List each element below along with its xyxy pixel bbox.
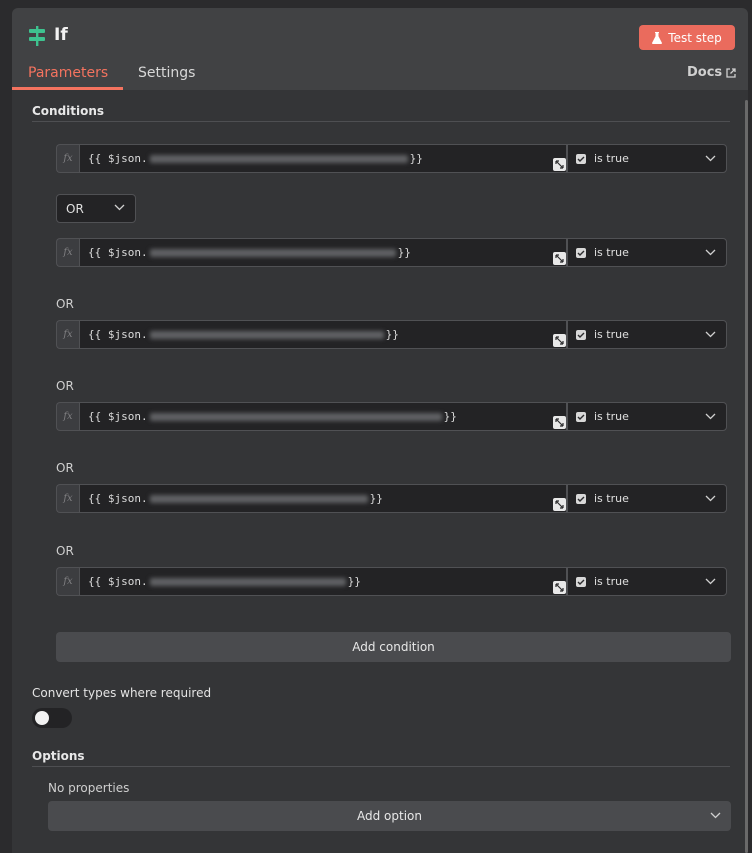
condition-row: fx {{ $json. }} is true (56, 144, 727, 173)
operator-select[interactable]: is true (567, 144, 727, 173)
if-node-icon (29, 26, 45, 46)
fx-icon: fx (56, 144, 79, 173)
fx-icon: fx (56, 320, 79, 349)
redacted-field-name (149, 494, 368, 503)
external-link-icon (726, 67, 736, 78)
chevron-down-icon (705, 578, 716, 585)
chevron-down-icon (705, 249, 716, 256)
no-properties-text: No properties (48, 781, 130, 795)
add-condition-button[interactable]: Add condition (56, 632, 731, 662)
expand-editor-icon[interactable] (553, 581, 566, 594)
redacted-field-name (149, 248, 396, 257)
expand-editor-icon[interactable] (553, 158, 566, 171)
convert-types-toggle[interactable] (32, 708, 72, 728)
toggle-knob (35, 711, 49, 725)
operator-select[interactable]: is true (567, 238, 727, 267)
chevron-down-icon (705, 413, 716, 420)
expand-editor-icon[interactable] (553, 498, 566, 511)
add-option-label: Add option (357, 809, 422, 823)
condition-row: fx {{ $json. }} is true (56, 320, 727, 349)
chevron-down-icon (705, 331, 716, 338)
flask-icon (652, 31, 663, 44)
redacted-field-name (149, 577, 346, 586)
expand-editor-icon[interactable] (553, 416, 566, 429)
chevron-down-icon (114, 204, 125, 211)
test-step-button[interactable]: Test step (639, 25, 735, 50)
fx-icon: fx (56, 402, 79, 431)
checkbox-icon (576, 247, 586, 258)
convert-types-label: Convert types where required (32, 686, 212, 700)
condition-row: fx {{ $json. }} is true (56, 484, 727, 513)
operator-select[interactable]: is true (567, 320, 727, 349)
docs-link[interactable]: Docs (687, 65, 736, 80)
checkbox-icon (576, 493, 586, 504)
parameters-content: Conditions fx {{ $json. }} is true OR fx (12, 90, 748, 853)
combinator-select[interactable]: OR (56, 194, 136, 223)
docs-label: Docs (687, 65, 723, 80)
condition-row: fx {{ $json. }} is true (56, 567, 727, 596)
tab-settings[interactable]: Settings (138, 65, 195, 81)
operator-select[interactable]: is true (567, 402, 727, 431)
test-step-label: Test step (668, 30, 722, 45)
node-panel: If Test step Parameters Settings Docs Co… (12, 8, 748, 853)
fx-icon: fx (56, 238, 79, 267)
conditions-title: Conditions (32, 104, 105, 118)
condition-expression-input[interactable]: {{ $json. }} (79, 402, 567, 431)
condition-expression-input[interactable]: {{ $json. }} (79, 144, 567, 173)
tab-parameters[interactable]: Parameters (28, 65, 108, 81)
checkbox-icon (576, 411, 586, 422)
expand-editor-icon[interactable] (553, 252, 566, 265)
fx-icon: fx (56, 484, 79, 513)
condition-expression-input[interactable]: {{ $json. }} (79, 320, 567, 349)
checkbox-icon (576, 329, 586, 340)
redacted-field-name (149, 330, 384, 339)
add-option-select[interactable]: Add option (48, 801, 731, 831)
checkbox-icon (576, 153, 586, 164)
redacted-field-name (149, 412, 442, 421)
or-separator: OR (56, 297, 74, 311)
condition-row: fx {{ $json. }} is true (56, 402, 727, 431)
options-title: Options (32, 749, 85, 763)
or-separator: OR (56, 379, 74, 393)
or-separator: OR (56, 461, 74, 475)
condition-expression-input[interactable]: {{ $json. }} (79, 484, 567, 513)
chevron-down-icon (705, 155, 716, 162)
node-title: If (54, 25, 68, 45)
fx-icon: fx (56, 567, 79, 596)
condition-expression-input[interactable]: {{ $json. }} (79, 567, 567, 596)
or-separator: OR (56, 544, 74, 558)
condition-row: fx {{ $json. }} is true (56, 238, 727, 267)
scrollbar[interactable] (745, 100, 748, 853)
panel-header: If Test step Parameters Settings Docs (12, 8, 748, 90)
checkbox-icon (576, 576, 586, 587)
options-divider (32, 766, 730, 767)
chevron-down-icon (710, 812, 721, 819)
operator-select[interactable]: is true (567, 567, 727, 596)
conditions-divider (32, 121, 730, 122)
operator-select[interactable]: is true (567, 484, 727, 513)
redacted-field-name (149, 154, 408, 163)
chevron-down-icon (705, 495, 716, 502)
expand-editor-icon[interactable] (553, 334, 566, 347)
condition-expression-input[interactable]: {{ $json. }} (79, 238, 567, 267)
